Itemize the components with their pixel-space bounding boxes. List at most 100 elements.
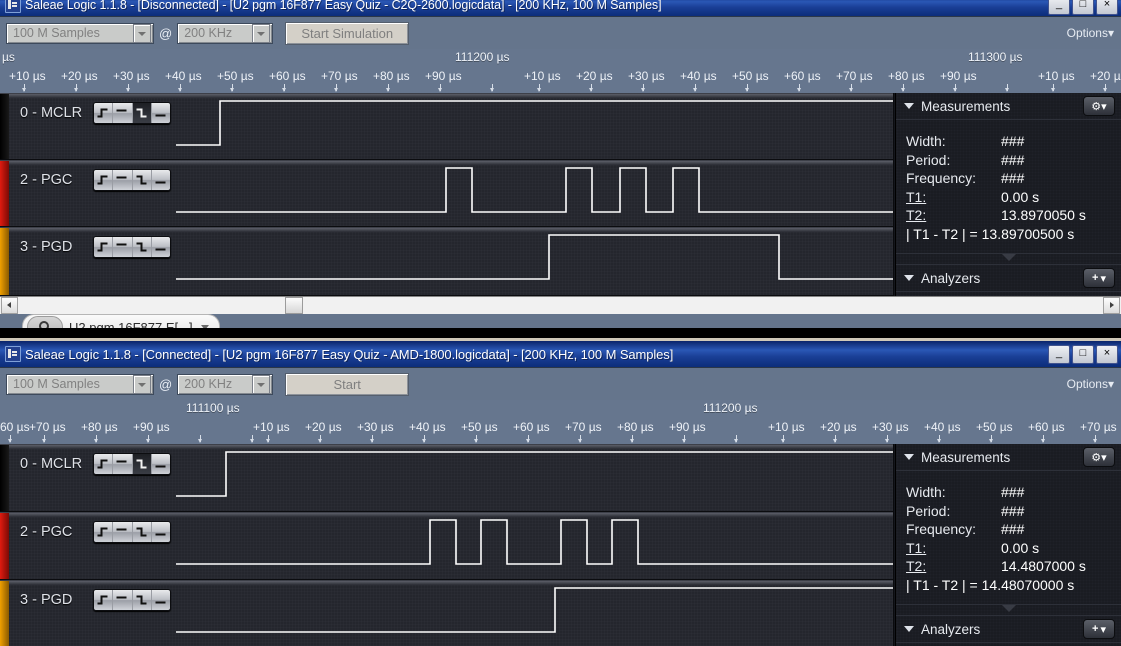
falling-edge-icon[interactable] xyxy=(133,590,152,610)
t1-key[interactable]: T1: xyxy=(906,539,1001,558)
channel-color-bar xyxy=(0,513,9,579)
falling-edge-icon[interactable] xyxy=(133,170,152,190)
ruler-tick-icon xyxy=(988,435,995,443)
titlebar-bottom[interactable]: Saleae Logic 1.1.8 - [Connected] - [U2 p… xyxy=(0,341,1121,367)
high-level-icon[interactable] xyxy=(113,522,133,542)
high-level-icon[interactable] xyxy=(113,454,133,474)
sample-count-select[interactable]: 100 M Samples xyxy=(6,22,154,44)
ruler-tick-icon xyxy=(317,435,324,443)
rising-edge-icon[interactable] xyxy=(94,590,114,610)
titlebar-top[interactable]: Saleae Logic 1.1.8 - [Disconnected] - [U… xyxy=(0,0,1121,16)
ruler-minor-label: +70 µs xyxy=(29,420,66,434)
chevron-down-icon[interactable] xyxy=(252,374,271,394)
start-button[interactable]: Start xyxy=(285,372,410,396)
horizontal-scrollbar-top[interactable] xyxy=(0,296,1121,314)
chevron-down-icon[interactable] xyxy=(200,324,209,328)
chevron-down-icon[interactable] xyxy=(133,23,151,43)
options-menu[interactable]: Options▾ xyxy=(1067,26,1114,40)
measurement-row-t2: T2: 13.8970050 s xyxy=(906,206,1121,225)
panel-resize-handle[interactable] xyxy=(896,605,1121,615)
collapse-triangle-icon[interactable] xyxy=(904,103,914,109)
t2-value: 14.4807000 s xyxy=(1001,558,1086,574)
ruler-tick-icon xyxy=(848,84,855,92)
low-level-icon[interactable] xyxy=(152,170,170,190)
scroll-right-arrow-icon[interactable] xyxy=(1103,297,1120,314)
scroll-left-arrow-icon[interactable] xyxy=(1,297,18,314)
ruler-tick-icon xyxy=(73,84,80,92)
collapse-triangle-icon[interactable] xyxy=(904,454,914,460)
measurement-value: ### xyxy=(1001,502,1025,519)
collapse-triangle-icon[interactable] xyxy=(904,275,914,281)
close-button[interactable]: × xyxy=(1096,345,1118,364)
gear-icon[interactable]: ⚙▾ xyxy=(1083,96,1115,116)
low-level-icon[interactable] xyxy=(152,522,170,542)
high-level-icon[interactable] xyxy=(113,590,133,610)
chevron-down-icon[interactable] xyxy=(252,23,271,43)
waveform-pane-top[interactable] xyxy=(176,93,894,296)
options-menu[interactable]: Options▾ xyxy=(1067,377,1114,391)
timeline-ruler-bottom[interactable]: 111100 µs 111200 µs 60 µs +70 µs +80 µs +90 µ… xyxy=(0,400,1121,444)
t2-key[interactable]: T2: xyxy=(906,206,1001,225)
rising-edge-icon[interactable] xyxy=(94,454,114,474)
capture-tab[interactable]: U2 pgm 16F877 E[...] xyxy=(22,314,220,328)
analyzers-header[interactable]: Analyzers + ▾ xyxy=(896,264,1121,292)
low-level-icon[interactable] xyxy=(152,237,170,257)
toolbar-bottom: 100 M Samples @ 200 KHz Start Options▾ xyxy=(0,367,1121,400)
chevron-down-icon[interactable] xyxy=(133,374,151,394)
maximize-button[interactable]: □ xyxy=(1072,345,1094,364)
trigger-edge-buttons[interactable] xyxy=(93,102,171,124)
add-analyzer-icon[interactable]: + ▾ xyxy=(1083,619,1115,639)
rising-edge-icon[interactable] xyxy=(94,237,114,257)
low-level-icon[interactable] xyxy=(152,103,170,123)
measurements-header[interactable]: Measurements ⚙▾ xyxy=(896,93,1121,120)
trigger-edge-buttons[interactable] xyxy=(93,589,171,611)
add-analyzer-icon[interactable]: + ▾ xyxy=(1083,268,1115,288)
sample-rate-select[interactable]: 200 KHz xyxy=(177,373,274,395)
low-level-icon[interactable] xyxy=(152,454,170,474)
ruler-tick-icon xyxy=(780,435,787,443)
measurements-header[interactable]: Measurements ⚙▾ xyxy=(896,444,1121,471)
high-level-icon[interactable] xyxy=(113,170,133,190)
t1-key[interactable]: T1: xyxy=(906,188,1001,207)
maximize-button[interactable]: □ xyxy=(1072,0,1094,15)
high-level-icon[interactable] xyxy=(113,237,133,257)
ruler-minor-label: +80 µs xyxy=(617,420,654,434)
ruler-minor-label: +40 µs xyxy=(924,420,961,434)
low-level-icon[interactable] xyxy=(152,590,170,610)
scroll-thumb[interactable] xyxy=(285,297,303,314)
minimize-button[interactable]: _ xyxy=(1048,345,1070,364)
falling-edge-icon[interactable] xyxy=(132,454,152,474)
channels-bottom: 0 - MCLR 2 - PGC 3 - PGD xyxy=(0,444,894,646)
ruler-major-label: 111300 µs xyxy=(968,50,1023,64)
magnifier-icon[interactable] xyxy=(27,315,63,328)
falling-edge-icon[interactable] xyxy=(133,522,152,542)
panel-resize-handle[interactable] xyxy=(896,254,1121,264)
capture-area-bottom: 0 - MCLR 2 - PGC 3 - PGD Measurements ⚙▾… xyxy=(0,444,1121,646)
gear-icon[interactable]: ⚙▾ xyxy=(1083,447,1115,467)
falling-edge-icon[interactable] xyxy=(133,237,152,257)
rising-edge-icon[interactable] xyxy=(94,170,114,190)
high-level-icon[interactable] xyxy=(113,103,133,123)
falling-edge-icon[interactable] xyxy=(132,103,152,123)
sample-rate-select[interactable]: 200 KHz xyxy=(177,22,274,44)
ruler-minor-label: +90 µs xyxy=(425,69,462,83)
timeline-ruler-top[interactable]: µs 111200 µs 111300 µs +10 µs +20 µs +30 µs +… xyxy=(0,49,1121,93)
close-button[interactable]: × xyxy=(1096,0,1118,15)
rising-edge-icon[interactable] xyxy=(94,103,114,123)
waveform-pane-bottom[interactable] xyxy=(176,444,894,646)
trigger-edge-buttons[interactable] xyxy=(93,453,171,475)
rising-edge-icon[interactable] xyxy=(94,522,114,542)
start-simulation-button[interactable]: Start Simulation xyxy=(285,21,410,45)
ruler-minor-label: +10 µs xyxy=(9,69,46,83)
trigger-edge-buttons[interactable] xyxy=(93,236,171,258)
trigger-edge-buttons[interactable] xyxy=(93,521,171,543)
minimize-button[interactable]: _ xyxy=(1048,0,1070,15)
collapse-triangle-icon[interactable] xyxy=(904,626,914,632)
tab-label: U2 pgm 16F877 E[...] xyxy=(69,319,193,329)
measurement-key: Frequency: xyxy=(906,521,977,537)
sample-count-select[interactable]: 100 M Samples xyxy=(6,373,154,395)
analyzers-header[interactable]: Analyzers + ▾ xyxy=(896,615,1121,643)
trigger-edge-buttons[interactable] xyxy=(93,169,171,191)
t2-key[interactable]: T2: xyxy=(906,557,1001,576)
ruler-minor-label: 60 µs xyxy=(0,420,30,434)
